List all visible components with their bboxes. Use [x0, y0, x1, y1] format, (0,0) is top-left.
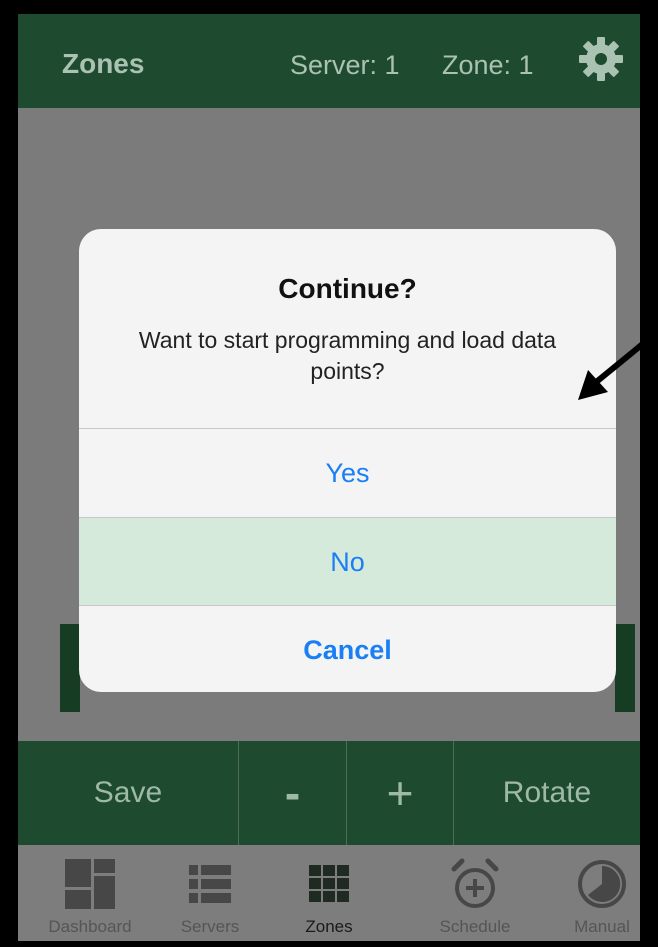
content-bar-left: [60, 624, 80, 712]
alarm-clock-icon: [451, 858, 499, 908]
server-indicator: Server: 1: [290, 50, 400, 80]
tab-schedule[interactable]: Schedule: [420, 845, 530, 941]
servers-list-icon: [189, 865, 231, 903]
dashboard-icon: [65, 859, 115, 909]
yes-button[interactable]: Yes: [79, 429, 616, 517]
action-bar: Save - + Rotate: [18, 741, 640, 845]
tab-manual[interactable]: Manual: [547, 845, 640, 941]
manual-dial-icon: [578, 860, 626, 908]
tab-label: Dashboard: [48, 917, 132, 936]
page-title: Zones: [62, 48, 145, 79]
app-screen: Zones Server: 1 Zone: 1 Save - + Rotate …: [18, 14, 640, 941]
tab-label: Zones: [305, 917, 353, 936]
dialog-message: Want to start programming and load data …: [138, 327, 557, 384]
minus-button[interactable]: -: [239, 741, 346, 845]
content-bar-right: [615, 624, 635, 712]
tab-bar: Dashboard Servers Zones Schedule Manual: [18, 845, 640, 941]
tab-servers[interactable]: Servers: [155, 845, 265, 941]
continue-dialog: Continue? Want to start programming and …: [79, 229, 616, 692]
top-header: Zones Server: 1 Zone: 1: [18, 14, 640, 108]
zone-indicator: Zone: 1: [442, 50, 534, 80]
zones-grid-icon: [309, 865, 349, 902]
tab-dashboard[interactable]: Dashboard: [35, 845, 145, 941]
tab-label: Servers: [180, 917, 240, 936]
dialog-title: Continue?: [278, 273, 417, 304]
plus-button[interactable]: +: [347, 741, 453, 845]
save-button[interactable]: Save: [18, 741, 238, 845]
tab-label: Manual: [574, 917, 630, 936]
cancel-button[interactable]: Cancel: [79, 606, 616, 692]
tab-label: Schedule: [439, 917, 511, 936]
tab-zones[interactable]: Zones: [274, 845, 384, 941]
gear-icon[interactable]: [576, 34, 626, 84]
pointer-arrow-icon: [578, 335, 653, 400]
no-button[interactable]: No: [79, 518, 616, 606]
rotate-button[interactable]: Rotate: [454, 741, 640, 845]
